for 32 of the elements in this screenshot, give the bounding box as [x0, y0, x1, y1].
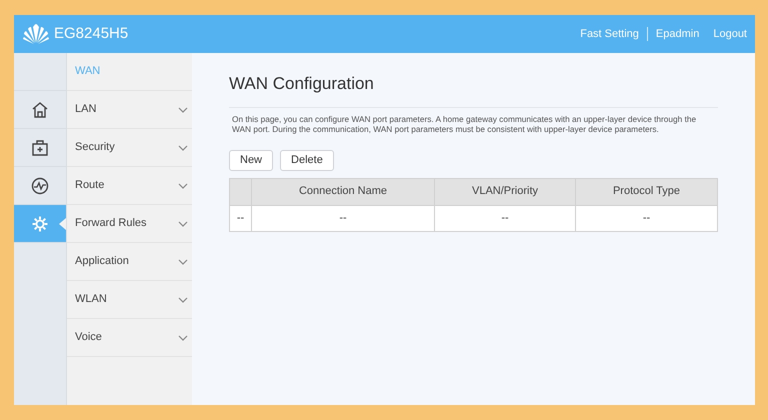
chevron-down-icon: [178, 296, 188, 302]
table-cell: --: [434, 205, 576, 231]
chevron-down-icon: [178, 144, 188, 150]
column-header: Protocol Type: [576, 178, 718, 205]
column-header: [230, 178, 252, 205]
menu-item[interactable]: Application: [67, 243, 192, 281]
table-cell: --: [252, 205, 434, 231]
menu-item[interactable]: Route: [67, 167, 192, 205]
table-cell: --: [576, 205, 718, 231]
chevron-down-icon: [178, 220, 188, 226]
toolbar-button[interactable]: New: [229, 150, 274, 170]
menu-item[interactable]: Forward Rules: [67, 205, 192, 243]
menu-item[interactable]: Security: [67, 129, 192, 167]
chevron-down-icon: [178, 182, 188, 188]
menu-item[interactable]: LAN: [67, 91, 192, 129]
column-header: Connection Name: [252, 178, 434, 205]
pulse-icon: [30, 176, 50, 196]
column-header: VLAN/Priority: [434, 178, 576, 205]
table-cell: --: [230, 205, 252, 231]
menu-item[interactable]: Voice: [67, 319, 192, 357]
product-name: EG8245H5: [54, 24, 128, 44]
chevron-down-icon: [178, 258, 188, 264]
chevron-down-icon: [178, 334, 188, 340]
logo-icon: [22, 23, 50, 45]
toolbar-button[interactable]: Delete: [280, 150, 334, 170]
menu-item[interactable]: WLAN: [67, 281, 192, 319]
page-description: On this page, you can configure WAN port parameters. A home gateway communicates with an upper-layer device through the WAN port. During the communication, WAN port parameters must be consistent with upper-layer device parameters.: [231, 112, 698, 134]
home-icon: [30, 100, 50, 120]
medical-kit-icon: [30, 138, 50, 158]
page-title: WAN Configuration: [229, 71, 718, 108]
settings-icon: [30, 214, 50, 234]
chevron-down-icon: [178, 106, 188, 112]
